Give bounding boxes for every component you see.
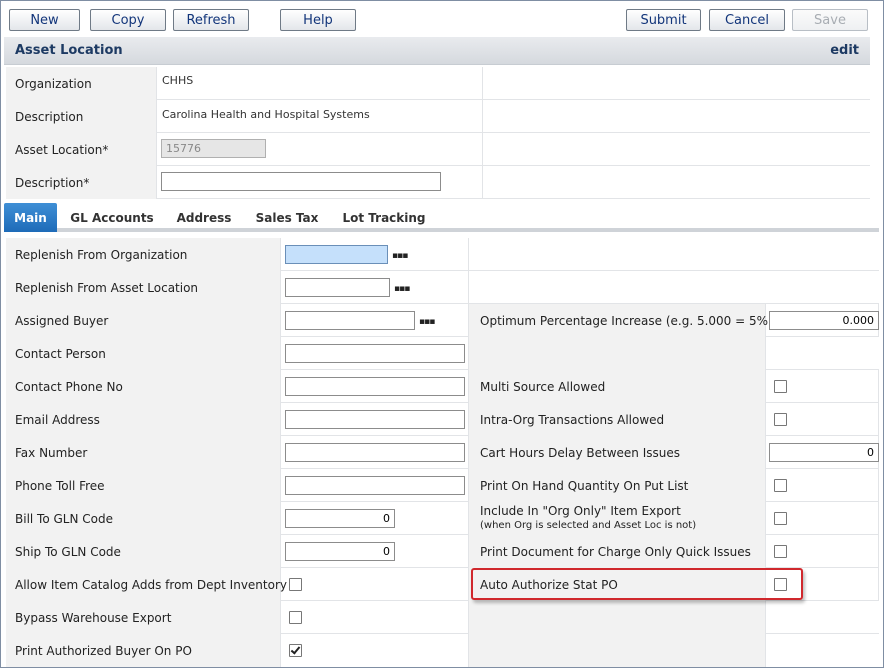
ship-gln-input[interactable] <box>285 542 395 561</box>
assigned-buyer-label: Assigned Buyer <box>15 314 109 328</box>
asset-location-window: New Copy Refresh Help Submit Cancel Save… <box>0 0 884 668</box>
intra-org-label: Intra-Org Transactions Allowed <box>480 413 665 427</box>
optimum-pct-label: Optimum Percentage Increase (e.g. 5.000 … <box>480 314 773 328</box>
replenish-asset-label: Replenish From Asset Location <box>15 281 199 295</box>
replenish-asset-input[interactable] <box>285 278 390 297</box>
bypass-wh-checkbox[interactable] <box>289 611 302 624</box>
checkmark-icon <box>290 644 301 655</box>
replenish-org-label: Replenish From Organization <box>15 248 188 262</box>
cart-hours-input[interactable] <box>769 443 879 462</box>
print-buyer-label: Print Authorized Buyer On PO <box>15 644 192 658</box>
contact-person-label: Contact Person <box>15 347 106 361</box>
description-label: Description <box>15 110 84 124</box>
bill-gln-input[interactable] <box>285 509 395 528</box>
multi-source-checkbox[interactable] <box>774 380 787 393</box>
description-value: Carolina Health and Hospital Systems <box>162 108 370 121</box>
bypass-wh-row: Bypass Warehouse Export <box>6 601 879 634</box>
org-only-checkbox[interactable] <box>774 512 787 525</box>
assigned-buyer-input[interactable] <box>285 311 415 330</box>
edit-mode-link[interactable]: edit <box>830 43 859 58</box>
replenish-org-input[interactable] <box>285 245 388 264</box>
ship-gln-label: Ship To GLN Code <box>15 545 121 559</box>
contact-phone-label: Contact Phone No <box>15 380 123 394</box>
bypass-wh-label: Bypass Warehouse Export <box>15 611 172 625</box>
tab-main[interactable]: Main <box>4 203 57 232</box>
new-button[interactable]: New <box>9 9 80 31</box>
contact-phone-row: Contact Phone No Multi Source Allowed <box>6 370 879 403</box>
tab-address[interactable]: Address <box>170 203 238 232</box>
assigned-buyer-row: Assigned Buyer ▪▪▪ Optimum Percentage In… <box>6 304 879 337</box>
contact-phone-input[interactable] <box>285 377 465 396</box>
tab-sales-tax[interactable]: Sales Tax <box>248 203 326 232</box>
help-button[interactable]: Help <box>280 9 356 31</box>
toll-free-label: Phone Toll Free <box>15 479 105 493</box>
asset-location-label: Asset Location* <box>15 143 109 157</box>
lookup-dots-icon[interactable]: ▪▪▪ <box>394 285 410 294</box>
description-input[interactable] <box>161 172 441 191</box>
print-on-hand-checkbox[interactable] <box>774 479 787 492</box>
fax-input[interactable] <box>285 443 465 462</box>
cancel-button[interactable]: Cancel <box>709 9 785 31</box>
toolbar: New Copy Refresh Help Submit Cancel Save <box>2 2 882 37</box>
multi-source-label: Multi Source Allowed <box>480 380 606 394</box>
organization-row: Organization CHHS <box>6 67 870 100</box>
copy-button[interactable]: Copy <box>90 9 166 31</box>
fax-label: Fax Number <box>15 446 88 460</box>
contact-person-input[interactable] <box>285 344 465 363</box>
page-title: Asset Location <box>15 43 123 58</box>
save-button[interactable]: Save <box>792 9 868 31</box>
print-buyer-row: Print Authorized Buyer On PO <box>6 634 879 667</box>
tab-gl-accounts[interactable]: GL Accounts <box>62 203 162 232</box>
fax-row: Fax Number Cart Hours Delay Between Issu… <box>6 436 879 469</box>
contact-person-row: Contact Person <box>6 337 879 370</box>
allow-catalog-checkbox[interactable] <box>289 578 302 591</box>
bill-gln-label: Bill To GLN Code <box>15 512 113 526</box>
toll-free-row: Phone Toll Free Print On Hand Quantity O… <box>6 469 879 502</box>
print-on-hand-label: Print On Hand Quantity On Put List <box>480 479 689 493</box>
bill-gln-row: Bill To GLN Code Include In "Org Only" I… <box>6 502 879 535</box>
intra-org-checkbox[interactable] <box>774 413 787 426</box>
asset-location-input <box>161 139 266 158</box>
org-only-label: Include In "Org Only" Item Export <box>480 504 681 518</box>
tab-lot-tracking[interactable]: Lot Tracking <box>336 203 432 232</box>
submit-button[interactable]: Submit <box>626 9 701 31</box>
print-doc-checkbox[interactable] <box>774 545 787 558</box>
replenish-org-row: Replenish From Organization ▪▪▪ <box>6 238 879 271</box>
tab-bar: Main GL Accounts Address Sales Tax Lot T… <box>4 201 879 232</box>
allow-catalog-label: Allow Item Catalog Adds from Dept Invent… <box>15 578 287 592</box>
lookup-dots-icon[interactable]: ▪▪▪ <box>392 252 408 261</box>
description-required-label: Description* <box>15 176 90 190</box>
ship-gln-row: Ship To GLN Code Print Document for Char… <box>6 535 879 568</box>
print-doc-label: Print Document for Charge Only Quick Iss… <box>480 545 751 559</box>
organization-label: Organization <box>15 77 92 91</box>
lookup-dots-icon[interactable]: ▪▪▪ <box>419 318 435 327</box>
toll-free-input[interactable] <box>285 476 465 495</box>
print-buyer-checkbox[interactable] <box>289 644 302 657</box>
org-only-note: (when Org is selected and Asset Loc is n… <box>480 520 697 531</box>
highlight-box <box>471 568 803 600</box>
section-header: Asset Location edit <box>4 37 870 65</box>
email-label: Email Address <box>15 413 100 427</box>
description-row: Description Carolina Health and Hospital… <box>6 100 870 133</box>
cart-hours-label: Cart Hours Delay Between Issues <box>480 446 680 460</box>
organization-value: CHHS <box>162 74 194 87</box>
refresh-button[interactable]: Refresh <box>173 9 249 31</box>
optimum-pct-input[interactable] <box>769 311 879 330</box>
email-row: Email Address Intra-Org Transactions All… <box>6 403 879 436</box>
replenish-asset-row: Replenish From Asset Location ▪▪▪ <box>6 271 879 304</box>
description-required-row: Description* <box>6 166 870 199</box>
asset-location-row: Asset Location* <box>6 133 870 166</box>
email-input[interactable] <box>285 410 465 429</box>
